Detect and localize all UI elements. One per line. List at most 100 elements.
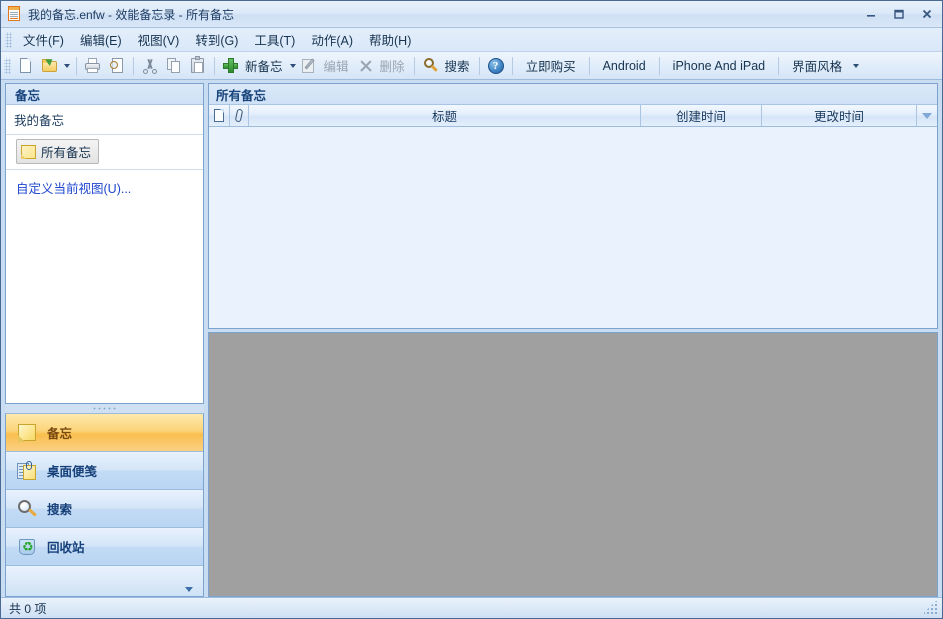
- sidebar-item-recycle-bin-label: 回收站: [47, 537, 85, 556]
- menu-tools[interactable]: 工具(T): [246, 27, 303, 52]
- document-icon: [214, 109, 224, 122]
- column-header-attachment[interactable]: [230, 105, 249, 126]
- sidebar-item-search[interactable]: 搜索: [6, 490, 203, 528]
- magnifier-icon: [16, 499, 38, 519]
- cut-button[interactable]: [138, 54, 162, 78]
- menu-actions[interactable]: 动作(A): [303, 27, 361, 52]
- menu-goto[interactable]: 转到(G): [187, 27, 246, 52]
- print-preview-icon: [108, 57, 126, 75]
- list-pane-title: 所有备忘: [209, 84, 937, 105]
- title-bar: 我的备忘.enfw - 效能备忘录 - 所有备忘: [1, 1, 942, 28]
- window-controls: [858, 4, 940, 24]
- iphone-ipad-button[interactable]: iPhone And iPad: [664, 56, 774, 76]
- sidebar-item-desktop-sticky[interactable]: 桌面便笺: [6, 452, 203, 490]
- maximize-icon[interactable]: [886, 4, 912, 24]
- open-file-dropdown-icon[interactable]: [62, 55, 72, 77]
- delete-label: 删除: [378, 56, 407, 75]
- chevron-down-icon[interactable]: [185, 587, 193, 592]
- column-header-document[interactable]: [209, 105, 230, 126]
- memo-preview-pane[interactable]: [208, 332, 938, 597]
- search-button[interactable]: 搜索: [419, 54, 475, 78]
- sticky-note-icon: [16, 461, 38, 481]
- splitter-grip-icon: [92, 407, 118, 410]
- paste-button[interactable]: [186, 54, 210, 78]
- sort-triangle-icon: [922, 113, 932, 119]
- skin-dropdown-icon[interactable]: [851, 55, 861, 77]
- paperclip-icon: [235, 109, 244, 123]
- help-question-mark: ?: [488, 58, 504, 74]
- green-plus-icon: [222, 57, 240, 75]
- sidebar-item-all-memos[interactable]: 所有备忘: [16, 139, 99, 164]
- toolbar-separator: [659, 57, 660, 75]
- toolbar-separator: [133, 57, 134, 75]
- memo-list-rows[interactable]: [209, 127, 937, 328]
- nav-button-bar: 备忘 桌面便笺 搜索 ♻ 回收站: [5, 413, 204, 597]
- toolbar-separator: [414, 57, 415, 75]
- sidebar-item-memo-label: 备忘: [47, 423, 72, 442]
- right-pane: 所有备忘 标题 创建时间 更改时间: [208, 83, 938, 597]
- left-pane: 备忘 我的备忘 所有备忘 自定义当前视图(U)... 备忘: [5, 83, 204, 597]
- menu-bar: 文件(F) 编辑(E) 视图(V) 转到(G) 工具(T) 动作(A) 帮助(H…: [1, 28, 942, 52]
- minimize-icon[interactable]: [858, 4, 884, 24]
- copy-icon: [165, 57, 183, 75]
- sidebar-item-desktop-sticky-label: 桌面便笺: [47, 461, 97, 480]
- edit-button[interactable]: 编辑: [298, 54, 354, 78]
- close-icon[interactable]: [914, 4, 940, 24]
- nav-pane-header: 备忘: [6, 84, 203, 105]
- menu-help[interactable]: 帮助(H): [361, 27, 419, 52]
- delete-x-icon: [357, 57, 375, 75]
- help-button[interactable]: ?: [484, 54, 508, 78]
- column-options-button[interactable]: [917, 105, 937, 126]
- delete-button[interactable]: 删除: [354, 54, 410, 78]
- toolbar-drag-grip[interactable]: [4, 58, 11, 74]
- nav-group-title: 我的备忘: [6, 105, 203, 135]
- menu-drag-grip[interactable]: [5, 32, 12, 48]
- memo-list-pane: 所有备忘 标题 创建时间 更改时间: [208, 83, 938, 329]
- sidebar-item-memo[interactable]: 备忘: [6, 414, 203, 452]
- print-preview-button[interactable]: [105, 54, 129, 78]
- menu-edit[interactable]: 编辑(E): [72, 27, 130, 52]
- nav-link-row: 自定义当前视图(U)...: [6, 170, 203, 403]
- recycle-bin-icon: ♻: [16, 537, 38, 557]
- memo-pad-icon: [6, 6, 22, 22]
- navigation-tree-pane: 备忘 我的备忘 所有备忘 自定义当前视图(U)...: [5, 83, 204, 404]
- toolbar-separator: [512, 57, 513, 75]
- resize-grip-icon[interactable]: [924, 601, 938, 615]
- column-header-created[interactable]: 创建时间: [641, 105, 762, 126]
- toolbar: 新备忘 编辑 删除 搜索 ? 立即购买 Android iPhone And i…: [1, 52, 942, 80]
- magnifier-icon: [422, 57, 440, 75]
- toolbar-separator: [589, 57, 590, 75]
- new-file-button[interactable]: [14, 54, 38, 78]
- android-button[interactable]: Android: [594, 56, 655, 76]
- toolbar-separator: [214, 57, 215, 75]
- nav-expand-row[interactable]: [6, 566, 203, 596]
- new-memo-label: 新备忘: [243, 56, 285, 75]
- open-file-button[interactable]: [38, 54, 62, 78]
- toolbar-separator: [76, 57, 77, 75]
- sidebar-item-recycle-bin[interactable]: ♻ 回收站: [6, 528, 203, 566]
- buy-now-button[interactable]: 立即购买: [517, 53, 585, 78]
- paste-icon: [189, 57, 207, 75]
- menu-file[interactable]: 文件(F): [15, 27, 72, 52]
- menu-view[interactable]: 视图(V): [130, 27, 188, 52]
- new-memo-button[interactable]: 新备忘: [219, 54, 288, 78]
- skin-button[interactable]: 界面风格: [783, 53, 851, 78]
- printer-icon: [84, 57, 102, 75]
- customize-view-link[interactable]: 自定义当前视图(U)...: [16, 182, 131, 196]
- list-column-header: 标题 创建时间 更改时间: [209, 105, 937, 127]
- column-header-modified[interactable]: 更改时间: [762, 105, 917, 126]
- toolbar-separator: [479, 57, 480, 75]
- column-header-title[interactable]: 标题: [249, 105, 641, 126]
- note-icon: [16, 423, 38, 443]
- copy-button[interactable]: [162, 54, 186, 78]
- main-body: 备忘 我的备忘 所有备忘 自定义当前视图(U)... 备忘: [1, 80, 942, 597]
- sidebar-item-all-memos-label: 所有备忘: [41, 142, 91, 161]
- new-document-icon: [17, 57, 35, 75]
- status-item-count: 共 0 项: [9, 600, 924, 617]
- print-button[interactable]: [81, 54, 105, 78]
- nav-splitter[interactable]: [5, 404, 204, 413]
- scissors-icon: [141, 57, 159, 75]
- window-title: 我的备忘.enfw - 效能备忘录 - 所有备忘: [28, 6, 858, 23]
- new-memo-dropdown-icon[interactable]: [288, 55, 298, 77]
- search-label: 搜索: [443, 56, 472, 75]
